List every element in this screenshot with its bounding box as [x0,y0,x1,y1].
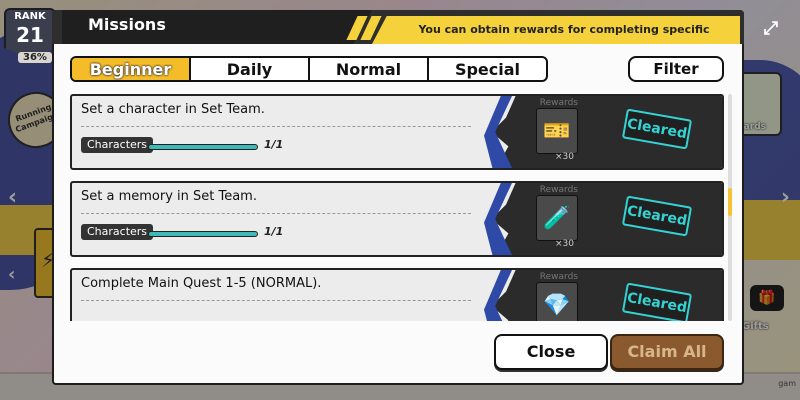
mission-row[interactable]: Set a character in Set Team. Characters … [70,94,724,170]
mission-progress-bar [148,144,258,150]
tab-beginner[interactable]: Beginner [72,58,189,80]
stamina-drink-icon: 🧪 [536,195,578,241]
mission-row[interactable]: Complete Main Quest 1-5 (NORMAL). Reward… [70,268,724,321]
dialog-header: Missions You can obtain rewards for comp… [52,10,744,44]
ticket-icon: 🎫 [536,108,578,154]
rewards-label: Rewards [539,272,578,282]
reward-quantity: ×30 [555,239,574,249]
rank-label: RANK [14,11,46,22]
divider [81,213,471,214]
reward-quantity: ×30 [555,152,574,162]
mission-progress: 1/1 [264,138,284,151]
divider [81,126,471,127]
mission-progress-bar [148,231,258,237]
mission-tabs: Beginner Daily Normal Special [70,56,548,82]
mission-progress: 1/1 [264,225,284,238]
tab-normal[interactable]: Normal [308,58,427,80]
rewards-label: Rewards [539,98,578,108]
rank-badge: RANK 21 [4,8,56,58]
gem-icon: 💎 [536,282,578,321]
expand-icon[interactable]: ⤢ [756,14,786,44]
divider [81,300,471,301]
close-button[interactable]: Close [494,334,608,370]
mission-category: Characters [81,224,154,240]
rank-progress-percent: 36% [18,52,52,63]
rewards-label: Rewards [539,185,578,195]
tab-daily[interactable]: Daily [189,58,308,80]
filter-button[interactable]: Filter [628,56,724,82]
claim-all-button[interactable]: Claim All [610,334,724,370]
title-tab: Missions [62,10,372,44]
mission-category: Characters [81,137,154,153]
mission-list[interactable]: Set a character in Set Team. Characters … [70,94,726,321]
mission-description: Set a character in Set Team. [81,102,265,117]
corner-tag: gam [778,379,796,388]
mission-row[interactable]: Set a memory in Set Team. Characters 1/1… [70,181,724,257]
dialog-title: Missions [88,15,166,34]
missions-dialog: Missions You can obtain rewards for comp… [52,10,744,385]
tab-special[interactable]: Special [427,58,546,80]
info-banner: You can obtain rewards for completing sp… [372,16,740,44]
scrollbar-thumb[interactable] [728,188,732,216]
mission-description: Complete Main Quest 1-5 (NORMAL). [81,276,322,291]
mission-description: Set a memory in Set Team. [81,189,257,204]
rank-value: 21 [16,23,44,47]
